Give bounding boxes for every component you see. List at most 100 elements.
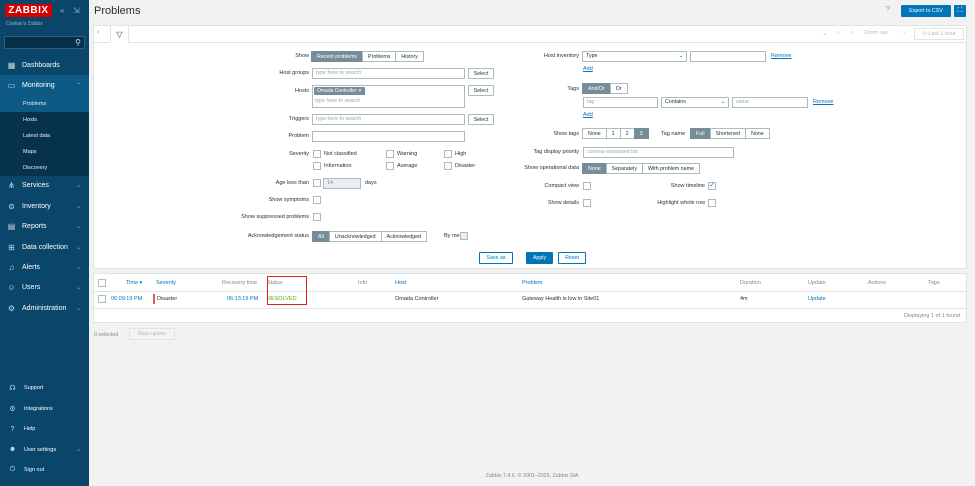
severity-average-checkbox[interactable] [386, 162, 394, 170]
kiosk-mode-icon[interactable]: ⛶ [954, 5, 966, 17]
severity-not-classified-checkbox[interactable] [313, 150, 321, 158]
tag-value-input[interactable]: value [732, 97, 808, 108]
submenu-maps[interactable]: Maps [0, 144, 89, 160]
remove-inventory-link[interactable]: Remove [771, 53, 791, 59]
severity-warning-checkbox[interactable] [386, 150, 394, 158]
menu-administration[interactable]: ⚙ Administration ⌄ [0, 298, 89, 318]
by-me-checkbox[interactable] [460, 232, 468, 240]
compact-view-checkbox[interactable] [583, 182, 591, 190]
show-tags-2[interactable]: 2 [619, 128, 635, 139]
menu-sign-out[interactable]: ⏻ Sign out [0, 460, 89, 481]
host-inventory-value-input[interactable] [690, 51, 766, 62]
triggers-input[interactable]: type here to search [312, 114, 465, 125]
export-csv-button[interactable]: Export to CSV [901, 5, 951, 17]
col-problem[interactable]: Problem [522, 280, 542, 286]
ack-acknowledged[interactable]: Acknowledged [380, 231, 427, 242]
severity-high-checkbox[interactable] [444, 150, 452, 158]
triggers-select-button[interactable]: Select [468, 114, 494, 125]
filter-tab[interactable]: ▽ [110, 25, 129, 43]
collapse-sidebar-icon[interactable]: « [60, 6, 64, 15]
row-checkbox[interactable] [98, 295, 106, 303]
tag-operator-select[interactable]: Contains ⌄ [661, 97, 729, 108]
show-recent-problems[interactable]: Recent problems [311, 51, 364, 62]
op-data-with-problem-name[interactable]: With problem name [642, 163, 700, 174]
hosts-select-button[interactable]: Select [468, 85, 494, 96]
show-suppressed-checkbox[interactable] [313, 213, 321, 221]
menu-inventory[interactable]: ⊜ Inventory ⌄ [0, 196, 89, 216]
show-tags-none[interactable]: None [582, 128, 607, 139]
chevron-left-icon[interactable]: ‹ [851, 30, 853, 36]
show-history[interactable]: History [395, 51, 424, 62]
menu-reports[interactable]: ▤ Reports ⌄ [0, 217, 89, 237]
row-host[interactable]: Omada Controller [395, 296, 438, 302]
severity-information-checkbox[interactable] [313, 162, 321, 170]
tag-priority-input[interactable]: comma-separated list [583, 147, 734, 158]
menu-users[interactable]: ☺ Users ⌄ [0, 278, 89, 298]
tag-name-none[interactable]: None [745, 128, 770, 139]
show-details-checkbox[interactable] [583, 199, 591, 207]
severity-disaster-checkbox[interactable] [444, 162, 452, 170]
col-severity[interactable]: Severity [156, 280, 176, 286]
row-problem[interactable]: Gateway Health is low in Site01 [522, 296, 599, 302]
close-icon[interactable]: ✕ [358, 88, 362, 94]
tags-and-or[interactable]: And/Or [582, 83, 611, 94]
search-icon[interactable]: ⚲ [75, 38, 81, 47]
reset-button[interactable]: Reset [558, 252, 586, 264]
tag-input[interactable]: tag [583, 97, 658, 108]
age-input[interactable]: 14 [323, 178, 361, 189]
show-problems[interactable]: Problems [362, 51, 397, 62]
menu-dashboards[interactable]: ▦ Dashboards [0, 55, 89, 75]
show-tags-3[interactable]: 3 [633, 128, 649, 139]
add-tag-link[interactable]: Add [583, 112, 593, 118]
host-groups-select-button[interactable]: Select [468, 68, 494, 79]
menu-user-settings[interactable]: ☻ User settings ⌄ [0, 440, 89, 461]
select-all-checkbox[interactable] [98, 279, 106, 287]
tag-name-shortened[interactable]: Shortened [709, 128, 746, 139]
zoom-out-button[interactable]: Zoom out [864, 30, 887, 36]
chevron-right-icon[interactable]: › [903, 30, 905, 36]
mass-update-button[interactable]: Mass update [129, 328, 175, 340]
apply-button[interactable]: Apply [526, 252, 553, 264]
submenu-latest-data[interactable]: Latest data [0, 128, 89, 144]
row-recovery-time[interactable]: 06:13:19 PM [227, 296, 258, 302]
menu-services[interactable]: ⋔ Services ⌄ [0, 176, 89, 196]
row-time[interactable]: 06:09:19 PM [111, 296, 142, 302]
op-data-none[interactable]: None [582, 163, 607, 174]
op-data-separately[interactable]: Separately [605, 163, 643, 174]
add-inventory-link[interactable]: Add [583, 66, 593, 72]
submenu-discovery[interactable]: Discovery [0, 160, 89, 176]
show-tags-1[interactable]: 1 [605, 128, 621, 139]
menu-alerts[interactable]: ♫ Alerts ⌄ [0, 257, 89, 277]
age-checkbox[interactable] [313, 179, 321, 187]
remove-tag-link[interactable]: Remove [813, 99, 833, 105]
col-time[interactable]: Time ▾ [126, 280, 142, 286]
sidebar-search-input[interactable]: ⚲ [4, 36, 85, 49]
host-chip[interactable]: Omada Controller ✕ [314, 87, 366, 95]
menu-monitoring[interactable]: ▭ Monitoring ⌃ [0, 75, 89, 96]
menu-help[interactable]: ? Help [0, 419, 89, 440]
save-as-button[interactable]: Save as [479, 252, 513, 264]
host-groups-input[interactable]: type here to search [312, 68, 465, 79]
host-inventory-select[interactable]: Type ⌄ [582, 51, 687, 62]
menu-support[interactable]: ☊ Support [0, 378, 89, 399]
ack-unacknowledged[interactable]: Unacknowledged [328, 231, 382, 242]
time-range-tab[interactable]: ◷ Last 1 hour [914, 28, 964, 40]
problem-input[interactable] [312, 131, 465, 142]
tag-name-full[interactable]: Full [690, 128, 711, 139]
submenu-problems[interactable]: Problems [0, 95, 89, 112]
kiosk-sidebar-icon[interactable]: ⇲ [73, 6, 80, 15]
chevron-down-icon[interactable]: ⌄ [822, 30, 827, 37]
chevron-right-icon[interactable]: › [837, 30, 839, 36]
menu-data-collection[interactable]: ⊞ Data collection ⌄ [0, 237, 89, 257]
help-icon[interactable]: ? [886, 6, 890, 13]
ack-all[interactable]: All [312, 231, 330, 242]
col-host[interactable]: Host [395, 280, 406, 286]
chevron-left-icon[interactable]: ‹ [97, 29, 99, 36]
row-update-link[interactable]: Update [808, 296, 826, 302]
tags-or[interactable]: Or [609, 83, 628, 94]
show-timeline-checkbox[interactable]: ✓ [708, 182, 716, 190]
submenu-hosts[interactable]: Hosts [0, 112, 89, 128]
show-symptoms-checkbox[interactable] [313, 196, 321, 204]
zabbix-logo[interactable]: ZABBIX [5, 4, 52, 17]
menu-integrations[interactable]: ⚙ Integrations [0, 399, 89, 420]
